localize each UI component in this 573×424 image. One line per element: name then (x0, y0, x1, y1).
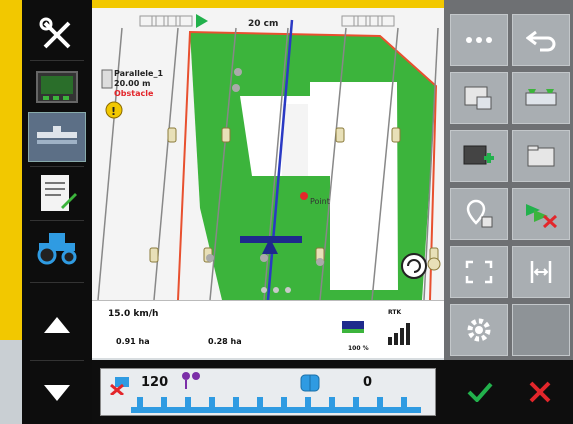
implement-icon (37, 126, 77, 144)
machine-status-icon (342, 321, 364, 333)
gnss-label: RTK (388, 309, 402, 316)
divider (30, 360, 84, 361)
field-overview-icon (525, 89, 557, 106)
area-remaining-value: 0.28 ha (208, 337, 242, 346)
folder-icon (527, 145, 555, 167)
bottom-bar: 120 0 (92, 360, 573, 424)
rotate-map-icon[interactable] (401, 253, 427, 279)
back-arrow-icon (526, 30, 556, 52)
boom-section[interactable] (185, 397, 191, 411)
warning-exclamation: ! (111, 105, 116, 118)
tools-button[interactable] (28, 10, 86, 60)
divider (30, 220, 84, 221)
display-icon (36, 71, 78, 103)
ellipsis-icon (466, 37, 492, 43)
point-label: Point (310, 197, 330, 206)
application-rate: 120 (141, 375, 169, 390)
line-info-icon (101, 69, 113, 89)
map-view-icon (464, 86, 492, 110)
boom-section-display: 120 0 (100, 368, 436, 416)
guidance-map[interactable]: Point 20 cm Parallele_1 20.00 m Obstacle… (92, 8, 444, 300)
location-button[interactable] (450, 188, 508, 240)
sprayer-off-icon (110, 377, 129, 395)
boom-section[interactable] (257, 397, 263, 411)
obstacle-label: Obstacle (114, 89, 154, 98)
guidance-line-name: Parallele_1 (114, 69, 163, 78)
tank-icon (300, 374, 320, 392)
left-sidebar (22, 0, 92, 424)
spacing-label: 20 cm (248, 19, 278, 29)
display-button[interactable] (28, 62, 86, 112)
nozzle-pair-icon (182, 372, 200, 389)
add-boundary-icon (463, 145, 494, 165)
tractor-icon (37, 233, 77, 265)
folder-button[interactable] (512, 130, 570, 182)
cancel-button[interactable] (512, 368, 568, 416)
boom-section[interactable] (161, 397, 167, 411)
add-boundary-button[interactable] (450, 130, 508, 182)
boom-section[interactable] (353, 397, 359, 411)
speed-value: 15.0 km/h (108, 309, 159, 319)
area-worked-value: 0.91 ha (116, 337, 150, 346)
divider (30, 282, 84, 283)
divider (30, 166, 84, 167)
wrench-screwdriver-icon (39, 17, 71, 49)
point-marker[interactable] (300, 192, 308, 200)
boom-section[interactable] (233, 397, 239, 411)
arrow-up-icon (44, 317, 70, 333)
obstacle-zone (282, 104, 308, 176)
guidance-line-width: 20.00 m (114, 79, 150, 88)
tank-level-value: 0 (363, 375, 373, 390)
confirm-button[interactable] (452, 368, 508, 416)
implement-button[interactable] (28, 112, 86, 162)
signal-strength-icon (388, 323, 410, 345)
map-view-button[interactable] (450, 72, 508, 124)
marker-badge (427, 257, 441, 271)
parallel-lines-button[interactable] (512, 246, 570, 298)
page-indicator (261, 287, 291, 293)
boom-section[interactable] (305, 397, 311, 411)
boom-section[interactable] (377, 397, 383, 411)
settings-gear-icon (467, 318, 491, 342)
terminal-screen: Point 20 cm Parallele_1 20.00 m Obstacle… (0, 0, 573, 424)
machine-percent: 100 % (348, 345, 369, 352)
parallel-lines-icon (530, 261, 552, 283)
boom-section[interactable] (329, 397, 335, 411)
boom-section[interactable] (281, 397, 287, 411)
scroll-down-button[interactable] (28, 368, 86, 418)
more-options-button[interactable] (450, 14, 508, 66)
delete-guidance-button[interactable] (512, 188, 570, 240)
back-button[interactable] (512, 14, 570, 66)
boom-section[interactable] (401, 397, 407, 411)
boom-section[interactable] (209, 397, 215, 411)
location-pin-icon (466, 199, 493, 228)
divider (30, 60, 84, 61)
scroll-up-button[interactable] (28, 300, 86, 350)
frame-bottom-left (0, 340, 22, 424)
settings-button[interactable] (450, 304, 508, 356)
fullscreen-icon (465, 260, 493, 284)
tractor-button[interactable] (28, 222, 86, 272)
arrow-down-icon (44, 385, 70, 401)
task-notepad-icon (41, 175, 77, 211)
fullscreen-button[interactable] (450, 246, 508, 298)
field-overview-button[interactable] (512, 72, 570, 124)
empty-softkey (512, 304, 570, 356)
yellow-frame-left (0, 0, 22, 340)
info-bar: 15.0 km/h 0.91 ha 0.28 ha 100 % RTK (92, 300, 444, 358)
field-map-canvas: Point 20 cm Parallele_1 20.00 m Obstacle… (97, 14, 441, 300)
check-icon (467, 382, 493, 402)
right-softkey-panel (444, 0, 573, 360)
task-button[interactable] (28, 168, 86, 218)
delete-guidance-icon (526, 204, 558, 228)
boom-section[interactable] (137, 397, 143, 411)
close-icon (529, 381, 551, 403)
